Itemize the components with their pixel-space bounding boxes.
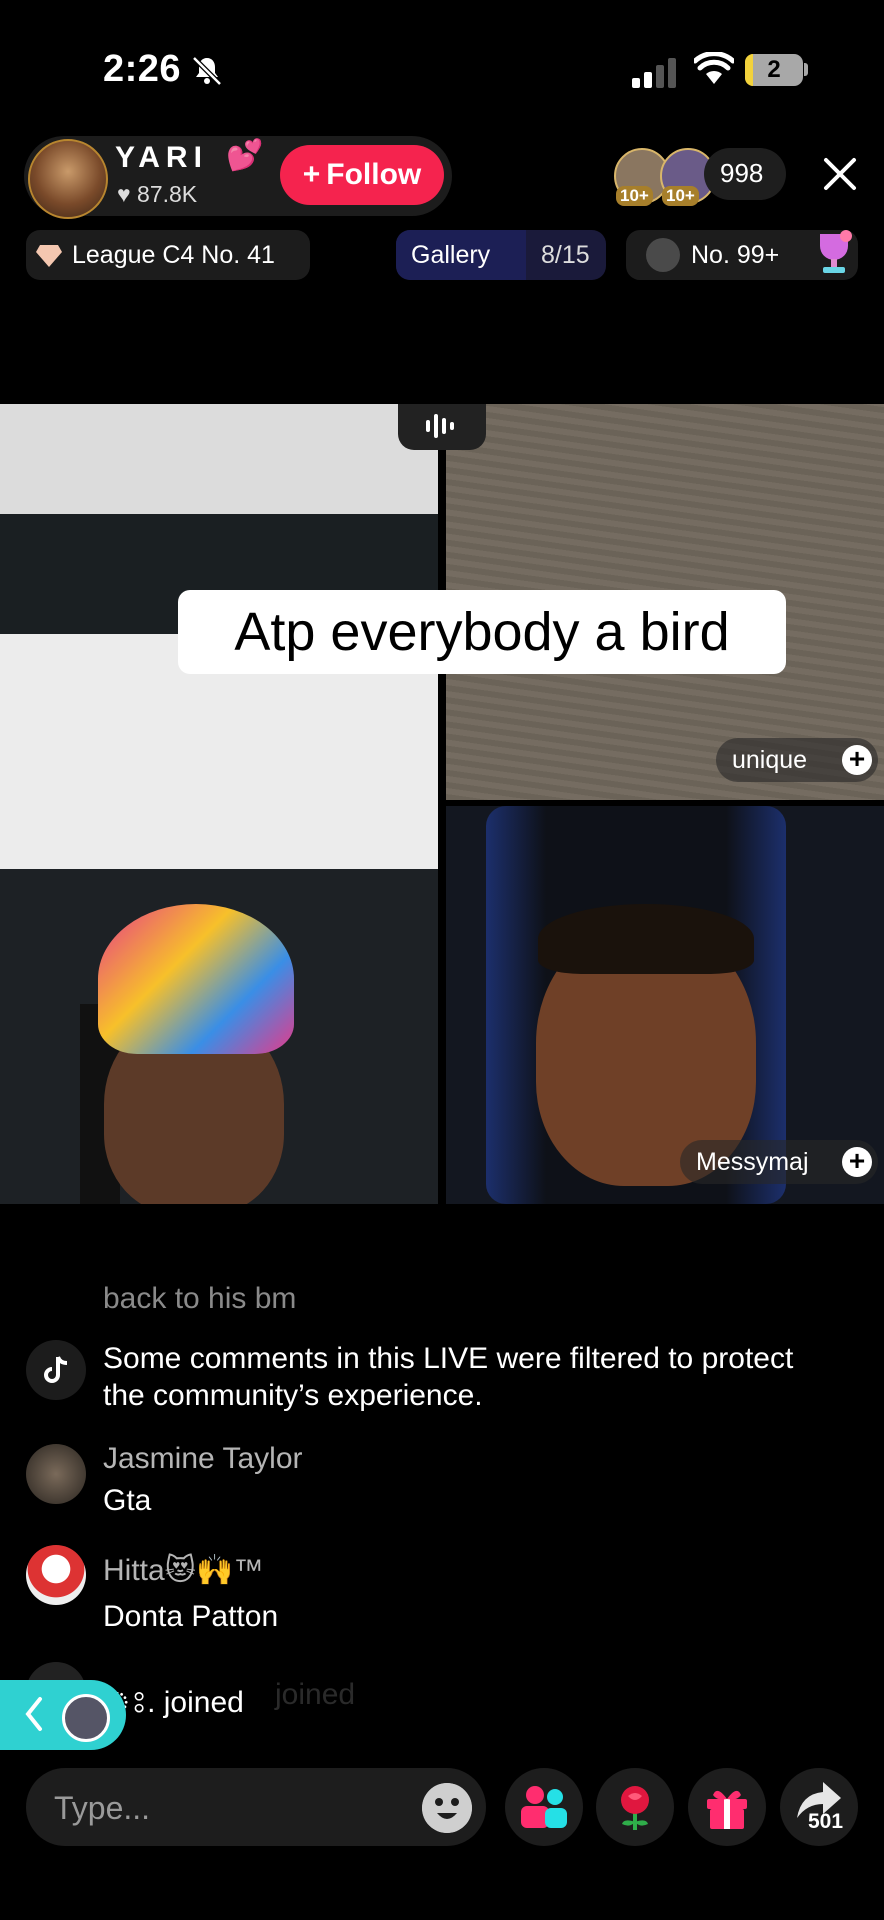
league-rank: League C4 No. 41 bbox=[72, 241, 275, 269]
wifi-icon bbox=[694, 52, 734, 84]
follow-plus-icon[interactable]: + bbox=[842, 1147, 872, 1177]
trophy-icon bbox=[820, 230, 852, 273]
commenter-name[interactable]: Hitta😻🙌™ bbox=[103, 1553, 263, 1588]
commenter-avatar[interactable] bbox=[26, 1545, 86, 1605]
joined-notice-ghost: joined bbox=[275, 1678, 356, 1711]
joined-text: joined bbox=[163, 1686, 244, 1719]
diamond-icon bbox=[36, 245, 62, 267]
video-person-hair bbox=[538, 904, 754, 974]
heart-icon: ♥ bbox=[117, 181, 131, 207]
viewer-level-badge: 10+ bbox=[662, 186, 699, 206]
battery-level bbox=[745, 54, 753, 86]
sound-wave-icon bbox=[426, 414, 454, 438]
system-notice: Some comments in this LIVE were filtered… bbox=[103, 1342, 794, 1412]
battery-indicator: 2 bbox=[745, 54, 803, 86]
share-button[interactable] bbox=[780, 1768, 858, 1846]
follow-button[interactable]: + Follow bbox=[280, 145, 444, 205]
guests-icon bbox=[521, 1786, 567, 1828]
status-time: 2:26 bbox=[103, 48, 182, 90]
close-icon[interactable] bbox=[820, 154, 860, 194]
gallery-count: 8/15 bbox=[541, 241, 590, 269]
battery-nub bbox=[804, 63, 808, 76]
emoji-icon[interactable] bbox=[422, 1783, 472, 1833]
guests-button[interactable] bbox=[505, 1768, 583, 1846]
rose-gift-button[interactable] bbox=[596, 1768, 674, 1846]
host-likes-count: 87.8K bbox=[137, 181, 198, 207]
commenter-name[interactable]: Jasmine Taylor bbox=[103, 1442, 303, 1476]
guest-name: Messymaj bbox=[696, 1147, 809, 1176]
plus-icon: + bbox=[302, 158, 321, 191]
video-caption: Atp everybody a bird bbox=[178, 590, 786, 674]
gift-button[interactable] bbox=[688, 1768, 766, 1846]
follow-label: Follow bbox=[326, 158, 422, 191]
gallery-label: Gallery bbox=[411, 241, 491, 269]
comment-text: Donta Patton bbox=[103, 1600, 279, 1633]
ranking-avatar bbox=[646, 238, 680, 272]
follow-plus-icon[interactable]: + bbox=[842, 745, 872, 775]
comment-input[interactable] bbox=[52, 1784, 416, 1832]
commenter-avatar[interactable] bbox=[26, 1444, 86, 1504]
host-avatar[interactable] bbox=[28, 139, 108, 219]
chevron-left-icon[interactable] bbox=[22, 1695, 46, 1733]
comment-text-faded: back to his bm bbox=[103, 1282, 297, 1315]
gift-icon bbox=[707, 1790, 747, 1829]
side-tab-avatar[interactable] bbox=[62, 1694, 110, 1742]
guest-tag-unique[interactable]: unique + bbox=[716, 738, 878, 782]
ranking-text: No. 99+ bbox=[691, 241, 780, 269]
viewer-level-badge: 10+ bbox=[616, 186, 653, 206]
video-person-bandana bbox=[98, 904, 294, 1054]
rose-icon bbox=[621, 1786, 649, 1830]
host-likes: ♥ 87.8K bbox=[117, 181, 197, 208]
guest-name: unique bbox=[732, 745, 808, 774]
comment-text: Gta bbox=[103, 1484, 152, 1517]
video-tile-host[interactable] bbox=[0, 404, 438, 1204]
tiktok-icon bbox=[26, 1340, 86, 1400]
silent-bell-icon bbox=[192, 56, 222, 86]
host-name-emoji: 💕 bbox=[226, 139, 264, 172]
share-count: 501 bbox=[808, 1810, 844, 1833]
guest-tag-messymaj[interactable]: Messymaj + bbox=[680, 1140, 878, 1184]
viewer-count: 998 bbox=[720, 158, 764, 188]
host-name[interactable]: YARI bbox=[115, 141, 208, 175]
cell-signal-icon bbox=[632, 58, 676, 88]
